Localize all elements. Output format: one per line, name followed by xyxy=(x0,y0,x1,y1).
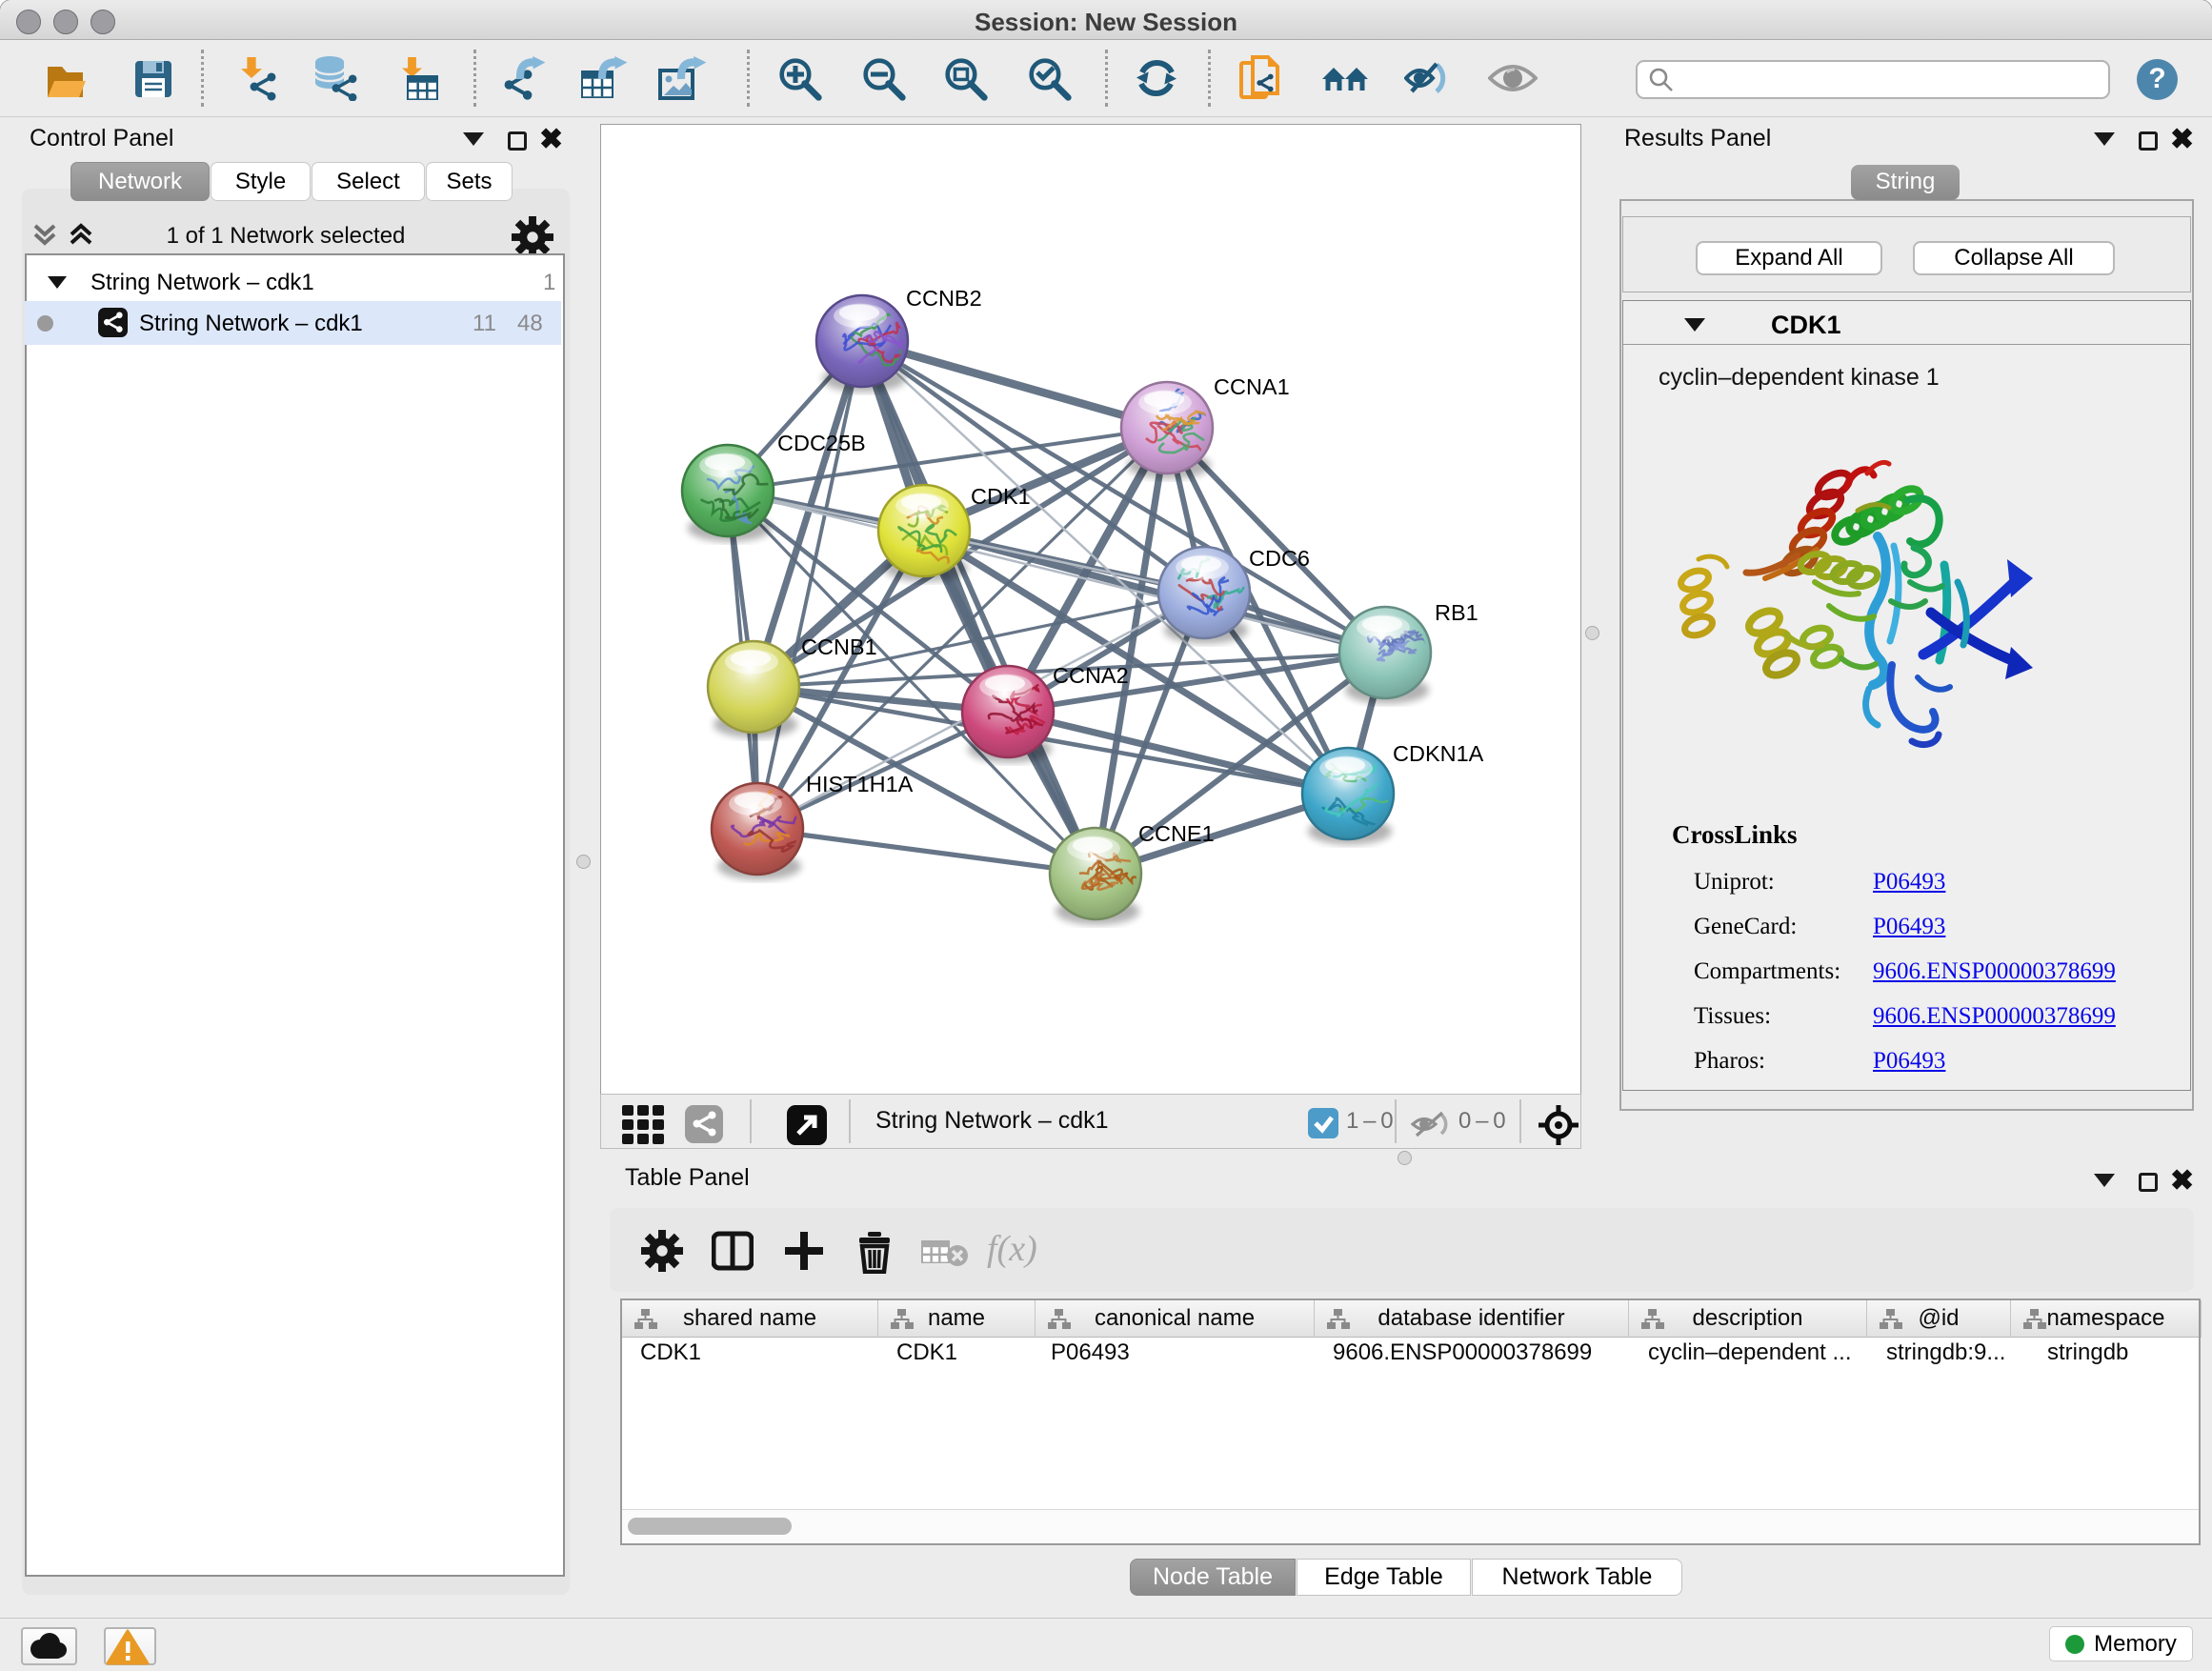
svg-text:RB1: RB1 xyxy=(1435,600,1478,625)
svg-text:CDK1: CDK1 xyxy=(971,484,1031,509)
svg-text:CDC6: CDC6 xyxy=(1249,546,1310,571)
svg-text:CCNA2: CCNA2 xyxy=(1053,663,1129,688)
svg-text:CDC25B: CDC25B xyxy=(777,431,866,455)
svg-text:HIST1H1A: HIST1H1A xyxy=(806,772,914,796)
svg-text:CDKN1A: CDKN1A xyxy=(1393,741,1484,766)
svg-text:CCNA1: CCNA1 xyxy=(1214,374,1290,399)
svg-text:CCNB1: CCNB1 xyxy=(801,634,877,659)
svg-text:CCNE1: CCNE1 xyxy=(1138,821,1215,846)
svg-text:CCNB2: CCNB2 xyxy=(906,286,982,311)
